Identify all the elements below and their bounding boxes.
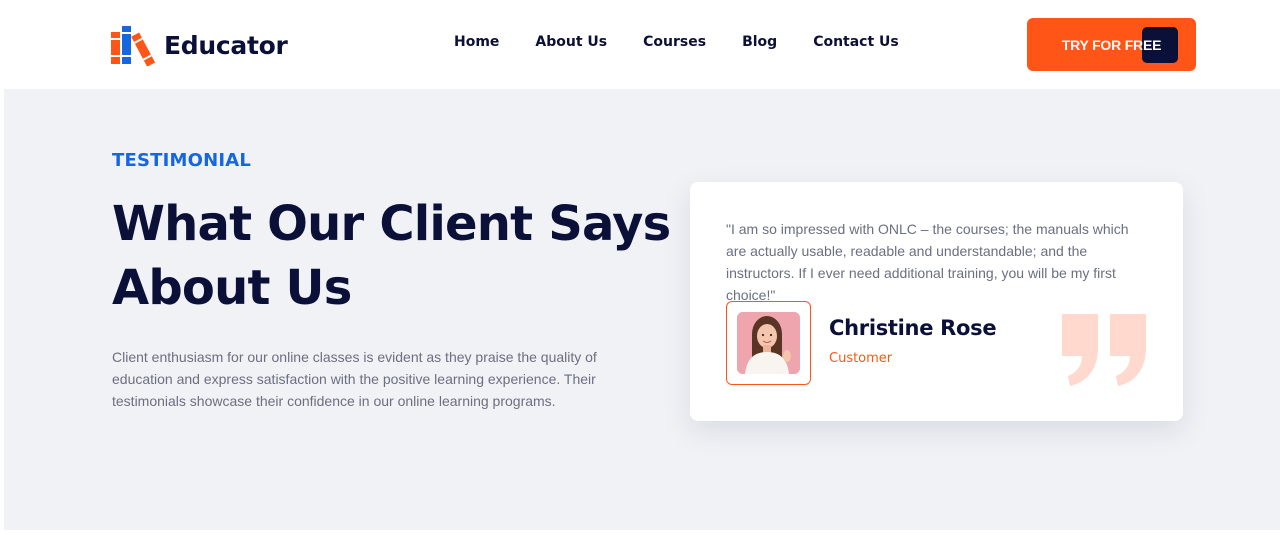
title-line-2: About Us: [112, 260, 352, 316]
logo-text: Educator: [164, 30, 288, 60]
main-nav: Home About Us Courses Blog Contact Us: [454, 34, 899, 50]
quote-mark-icon: [1062, 314, 1146, 386]
section-title: What Our Client Says About Us: [112, 192, 672, 320]
logo[interactable]: Educator: [110, 24, 288, 66]
title-line-1: What Our Client Says: [112, 196, 671, 252]
books-logo-icon: [111, 26, 156, 66]
customer-name: Christine Rose: [829, 316, 997, 340]
avatar-photo-icon: [737, 312, 800, 374]
nav-about-us[interactable]: About Us: [535, 34, 607, 50]
avatar-frame: [726, 301, 811, 385]
site-header: Educator Home About Us Courses Blog Cont…: [0, 0, 1280, 89]
customer-role: Customer: [829, 351, 893, 366]
nav-contact-us[interactable]: Contact Us: [813, 34, 899, 50]
try-for-free-button[interactable]: TRY FOR FREE: [1027, 18, 1196, 71]
testimonial-card: "I am so impressed with ONLC – the cours…: [690, 182, 1183, 421]
try-for-free-label: TRY FOR FREE: [1061, 36, 1162, 53]
avatar: [737, 312, 800, 374]
testimonial-quote: "I am so impressed with ONLC – the cours…: [726, 221, 1129, 303]
nav-home[interactable]: Home: [454, 34, 499, 50]
nav-blog[interactable]: Blog: [742, 34, 777, 50]
section-description: Client enthusiasm for our online classes…: [112, 349, 597, 409]
nav-courses[interactable]: Courses: [643, 34, 706, 50]
section-eyebrow: TESTIMONIAL: [112, 150, 252, 171]
